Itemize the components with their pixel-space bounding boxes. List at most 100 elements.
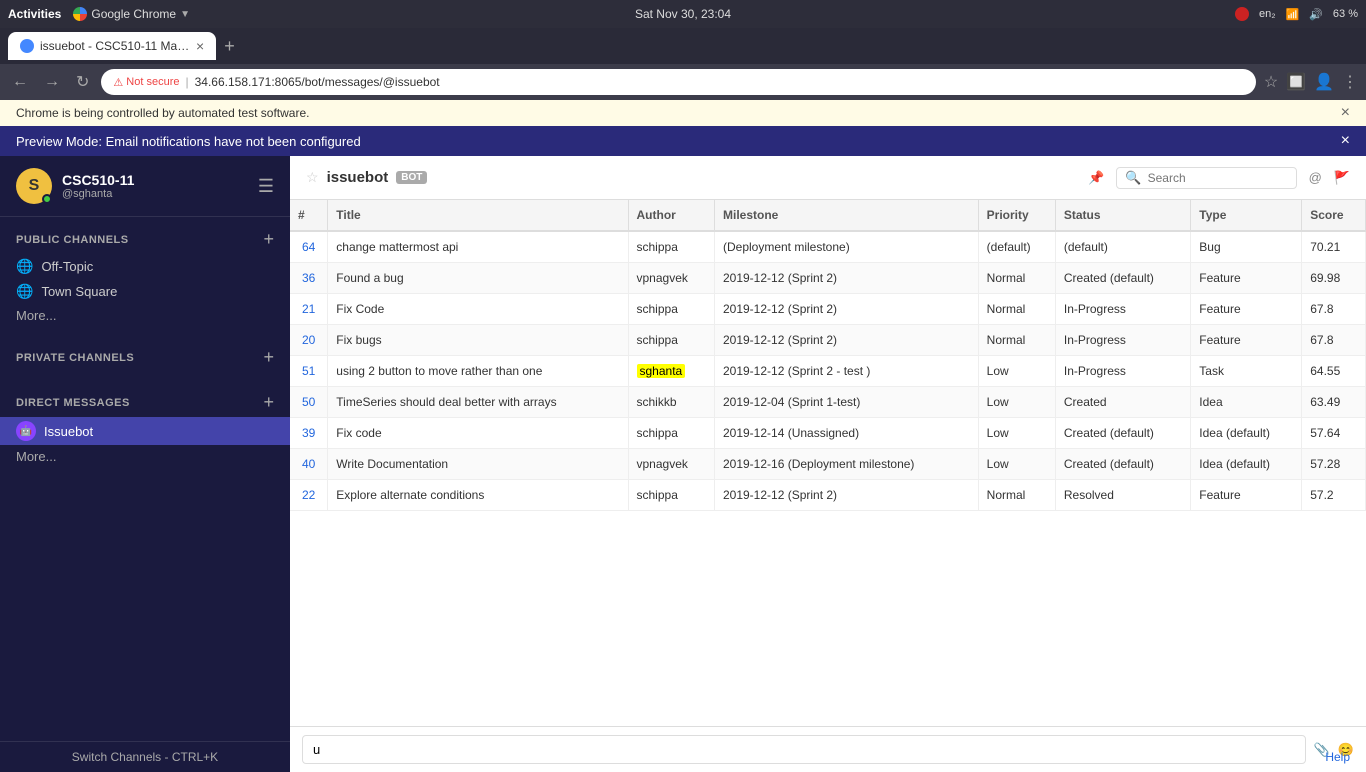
table-cell-id: 51 (290, 356, 328, 387)
table-cell-type: Idea (default) (1191, 449, 1302, 480)
url-text: 34.66.158.171:8065/bot/messages/@issuebo… (195, 75, 440, 89)
extension-icon[interactable]: 🔲 (1286, 72, 1306, 92)
table-cell-priority: Low (978, 356, 1055, 387)
issue-link[interactable]: 20 (302, 333, 315, 347)
toolbar-icons: ☆ 🔲 👤 ⋮ (1264, 72, 1358, 92)
hamburger-menu-button[interactable]: ☰ (258, 176, 274, 197)
table-cell-title: using 2 button to move rather than one (328, 356, 628, 387)
forward-button[interactable]: → (40, 71, 64, 93)
table-cell-author: sghanta (628, 356, 714, 387)
table-cell-type: Bug (1191, 231, 1302, 263)
search-input[interactable] (1148, 171, 1288, 185)
dm-more[interactable]: More... (0, 445, 290, 468)
col-header-number: # (290, 200, 328, 231)
private-channels-header: PRIVATE CHANNELS + (0, 343, 290, 372)
table-cell-type: Feature (1191, 263, 1302, 294)
back-button[interactable]: ← (8, 71, 32, 93)
security-warning: ⚠ Not secure (113, 76, 179, 89)
tab-close-button[interactable]: × (196, 38, 204, 54)
sidebar-item-off-topic[interactable]: 🌐 Off-Topic (0, 254, 290, 279)
add-dm-button[interactable]: + (263, 392, 274, 413)
table-cell-score: 69.98 (1302, 263, 1366, 294)
dm-item-issuebot[interactable]: 🤖 Issuebot (0, 417, 290, 445)
table-cell-score: 57.28 (1302, 449, 1366, 480)
header-actions: 📌 🔍 @ 🚩 (1088, 167, 1350, 189)
public-channels-label: PUBLIC CHANNELS (16, 234, 129, 246)
issue-link[interactable]: 51 (302, 364, 315, 378)
menu-icon[interactable]: ⋮ (1342, 72, 1358, 92)
help-link[interactable]: Help (1325, 750, 1350, 764)
address-bar[interactable]: ⚠ Not secure | 34.66.158.171:8065/bot/me… (101, 69, 1255, 95)
not-secure-label: Not secure (126, 76, 179, 88)
message-input[interactable] (302, 735, 1306, 764)
table-cell-type: Feature (1191, 325, 1302, 356)
bot-badge: BOT (396, 171, 427, 184)
issue-link[interactable]: 64 (302, 240, 315, 254)
browser-tab[interactable]: issuebot - CSC510-11 Mat... × (8, 32, 216, 60)
mention-icon[interactable]: @ (1309, 170, 1322, 185)
table-cell-priority: Low (978, 449, 1055, 480)
table-cell-priority: Normal (978, 325, 1055, 356)
search-box[interactable]: 🔍 (1116, 167, 1296, 189)
add-private-channel-button[interactable]: + (263, 347, 274, 368)
table-row: 40 Write Documentation vpnagvek 2019-12-… (290, 449, 1366, 480)
table-row: 22 Explore alternate conditions schippa … (290, 480, 1366, 511)
reload-button[interactable]: ↻ (72, 70, 93, 94)
star-toolbar-icon[interactable]: ☆ (1264, 72, 1278, 92)
col-header-priority: Priority (978, 200, 1055, 231)
table-cell-author: vpnagvek (628, 449, 714, 480)
browser-chrome: issuebot - CSC510-11 Mat... × + ← → ↻ ⚠ … (0, 28, 1366, 100)
address-separator: | (185, 75, 188, 89)
preview-mode-bar: Preview Mode: Email notifications have n… (0, 126, 1366, 156)
sidebar: S CSC510-11 @sghanta ☰ PUBLIC CHANNELS +… (0, 156, 290, 772)
issue-link[interactable]: 40 (302, 457, 315, 471)
table-cell-priority: Normal (978, 294, 1055, 325)
table-cell-milestone: 2019-12-12 (Sprint 2 - test ) (714, 356, 978, 387)
activities-label[interactable]: Activities (8, 7, 61, 21)
private-channels-section: PRIVATE CHANNELS + (0, 335, 290, 380)
table-cell-status: Created (default) (1055, 263, 1190, 294)
table-cell-title: Found a bug (328, 263, 628, 294)
preview-mode-close[interactable]: × (1341, 132, 1350, 150)
avatar: S (16, 168, 52, 204)
sidebar-item-town-square[interactable]: 🌐 Town Square (0, 279, 290, 304)
table-cell-type: Task (1191, 356, 1302, 387)
favorite-star-icon[interactable]: ☆ (306, 169, 319, 186)
issue-link[interactable]: 50 (302, 395, 315, 409)
browser-toolbar: ← → ↻ ⚠ Not secure | 34.66.158.171:8065/… (0, 64, 1366, 100)
col-header-type: Type (1191, 200, 1302, 231)
highlighted-author: sghanta (637, 364, 686, 378)
os-bar-left: Activities Google Chrome ▼ (8, 7, 190, 21)
col-header-status: Status (1055, 200, 1190, 231)
col-header-author: Author (628, 200, 714, 231)
table-body: 64 change mattermost api schippa (Deploy… (290, 231, 1366, 511)
table-cell-milestone: (Deployment milestone) (714, 231, 978, 263)
pin-icon[interactable]: 📌 (1088, 170, 1104, 186)
table-cell-score: 67.8 (1302, 325, 1366, 356)
warning-icon: ⚠ (113, 76, 123, 89)
public-channels-header: PUBLIC CHANNELS + (0, 225, 290, 254)
public-channels-more[interactable]: More... (0, 304, 290, 327)
issue-link[interactable]: 21 (302, 302, 315, 316)
issue-link[interactable]: 22 (302, 488, 315, 502)
table-cell-milestone: 2019-12-16 (Deployment milestone) (714, 449, 978, 480)
language-label: en₂ (1259, 8, 1276, 20)
automation-notification-close[interactable]: × (1341, 104, 1350, 122)
workspace-name: CSC510-11 (62, 172, 134, 188)
workspace-info: CSC510-11 @sghanta (62, 172, 134, 200)
table-cell-score: 63.49 (1302, 387, 1366, 418)
table-cell-score: 67.8 (1302, 294, 1366, 325)
flag-icon[interactable]: 🚩 (1334, 170, 1350, 186)
channel-globe-icon: 🌐 (16, 258, 33, 275)
table-cell-priority: Low (978, 418, 1055, 449)
issue-link[interactable]: 39 (302, 426, 315, 440)
table-cell-id: 40 (290, 449, 328, 480)
automation-notification-text: Chrome is being controlled by automated … (16, 106, 309, 120)
os-bar: Activities Google Chrome ▼ Sat Nov 30, 2… (0, 0, 1366, 28)
os-bar-dropdown-icon[interactable]: ▼ (180, 9, 190, 20)
add-public-channel-button[interactable]: + (263, 229, 274, 250)
profile-icon[interactable]: 👤 (1314, 72, 1334, 92)
issue-link[interactable]: 36 (302, 271, 315, 285)
new-tab-button[interactable]: + (216, 36, 243, 57)
table-cell-author: schikkb (628, 387, 714, 418)
